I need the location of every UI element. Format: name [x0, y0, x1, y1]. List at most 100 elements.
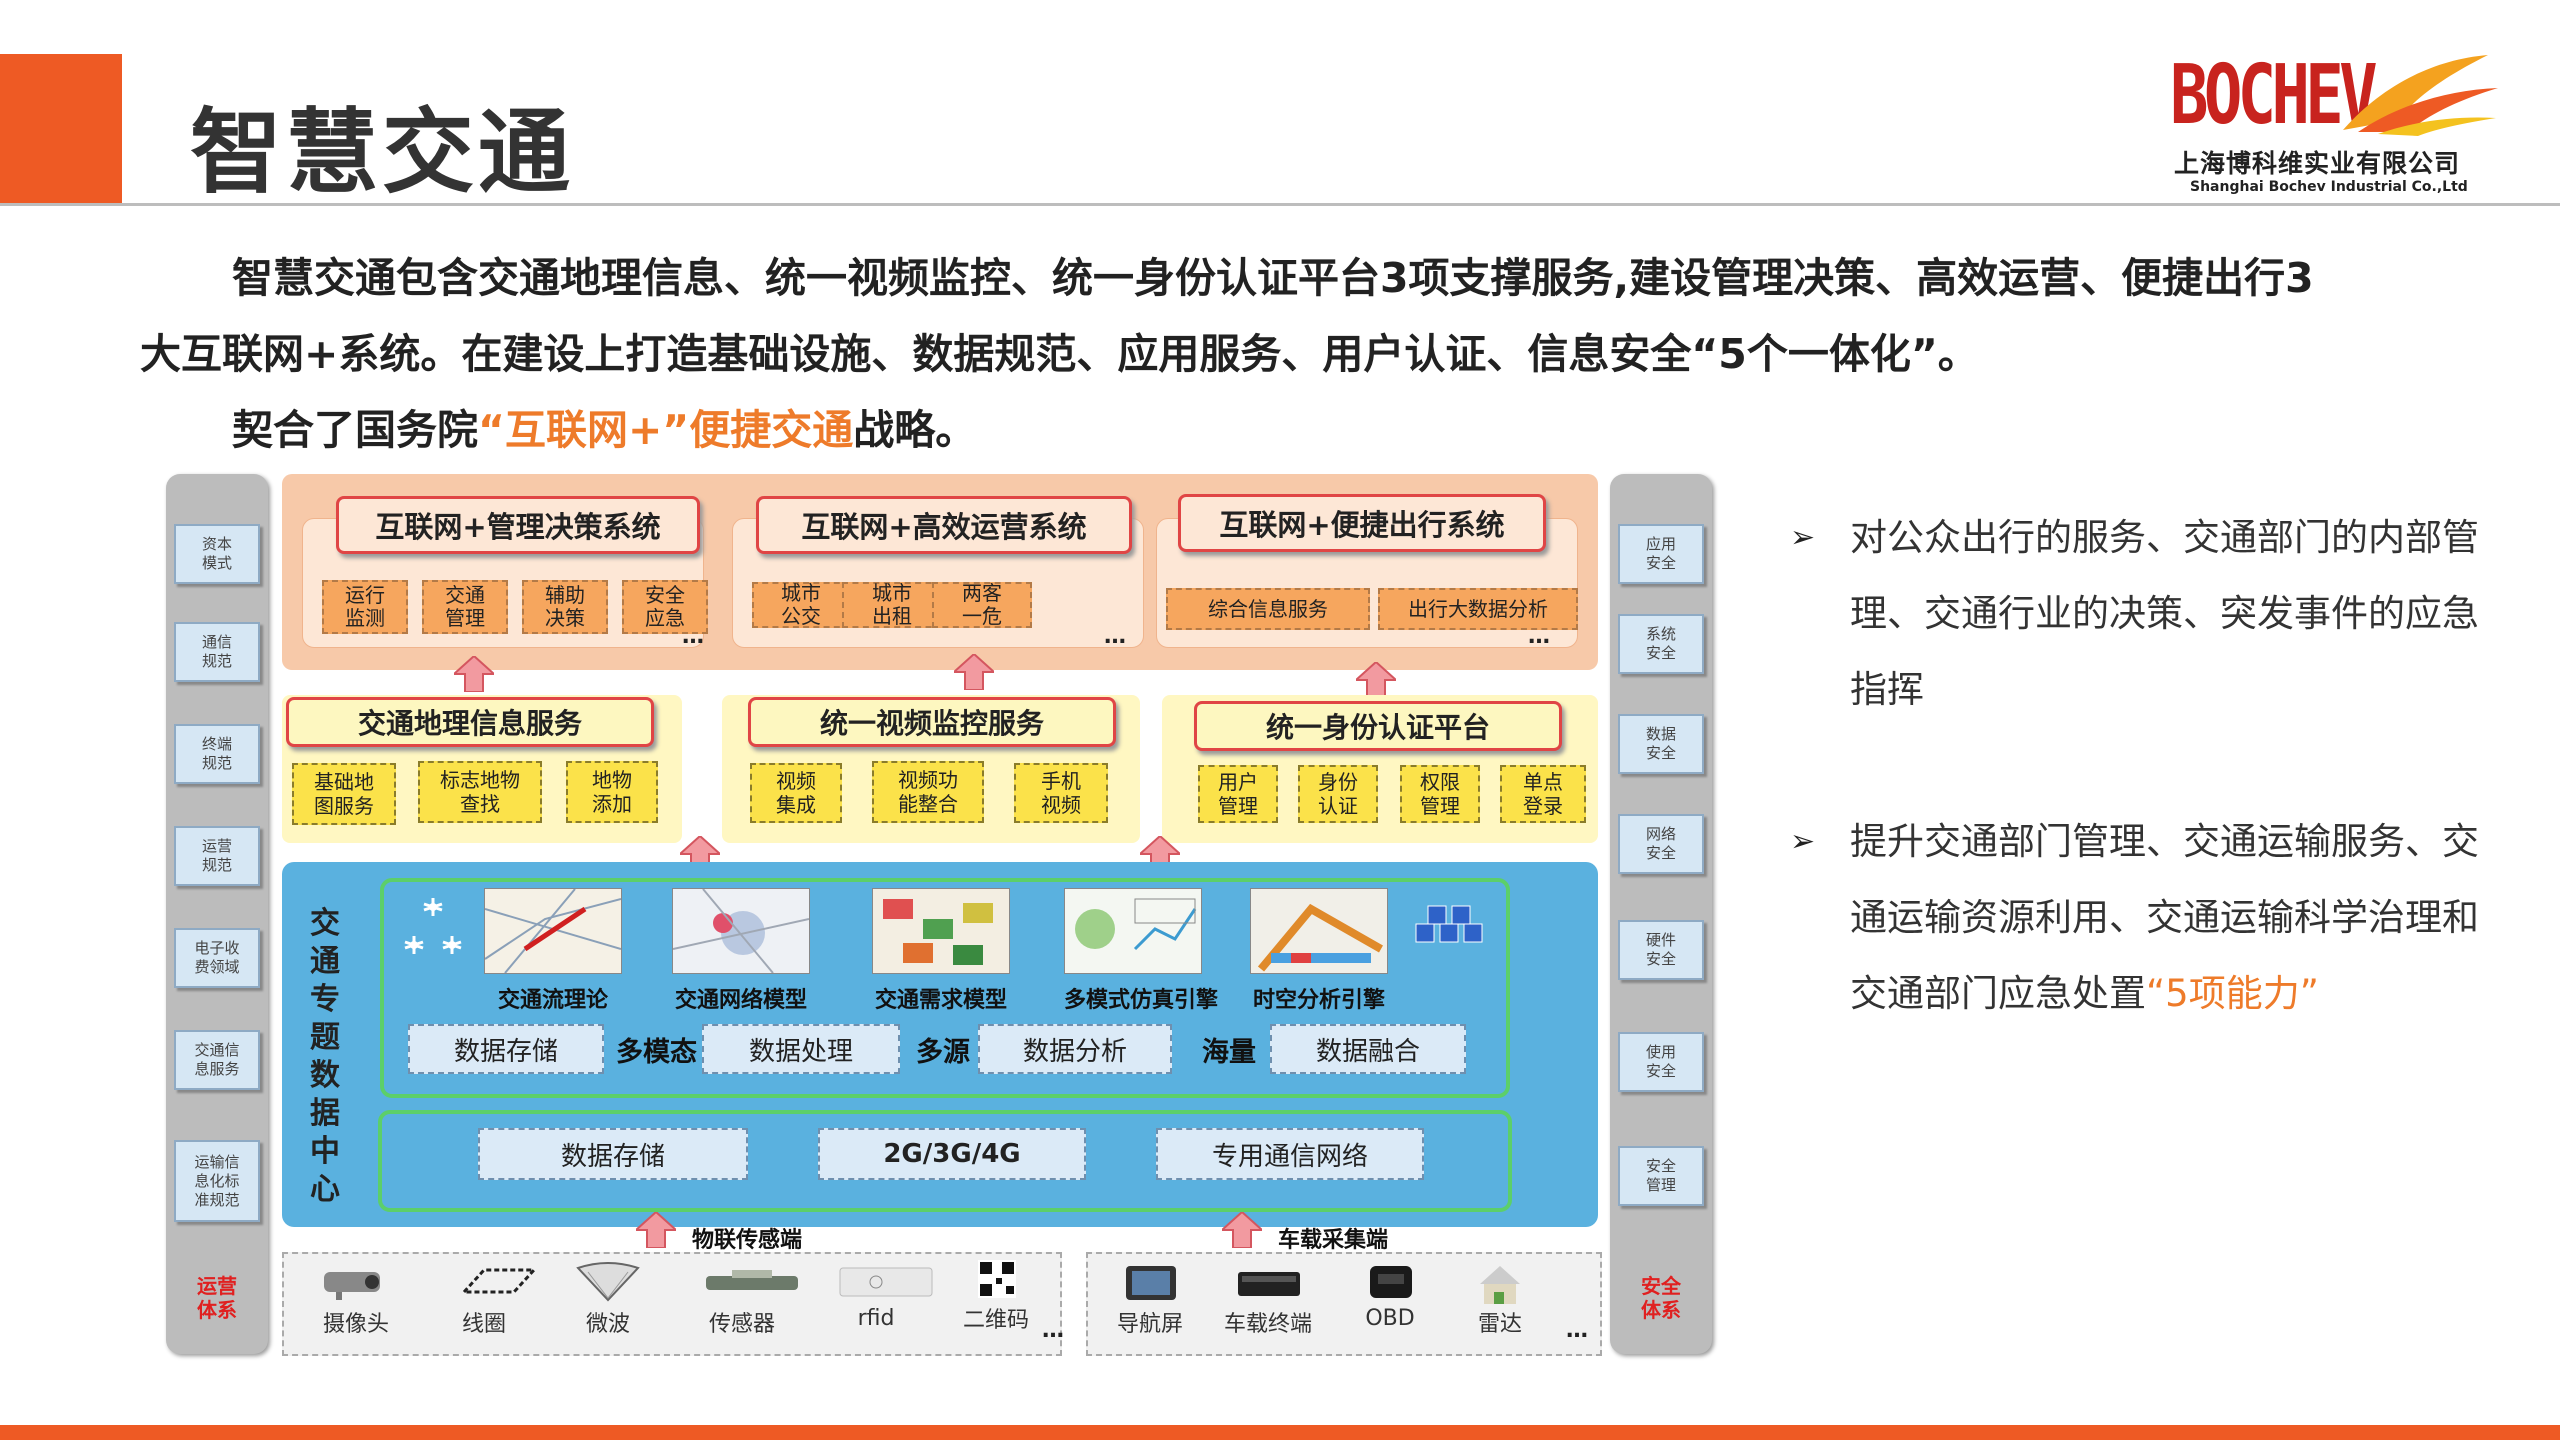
device: 线圈 — [434, 1262, 538, 1338]
device-label: 雷达 — [1477, 1312, 1522, 1337]
service-item: 基础地 图服务 — [292, 763, 396, 825]
header-divider — [0, 203, 2560, 206]
data-process-button: 数据分析 — [978, 1024, 1172, 1074]
intro-line-3: 契合了国务院“互联网+”便捷交通战略。 — [140, 392, 2440, 468]
system-item: 两客 一危 — [932, 582, 1032, 628]
ellipsis: … — [1528, 624, 1550, 649]
model-card: 交通需求模型 — [872, 888, 1010, 1014]
map-thumbnail-icon — [1250, 888, 1388, 974]
rail-item: 网络 安全 — [1618, 814, 1704, 874]
sensor-icon — [702, 1262, 798, 1302]
rail-item: 终端 规范 — [174, 724, 260, 784]
device: rfid — [826, 1262, 933, 1331]
rail-item: 应用 安全 — [1618, 524, 1704, 584]
ellipsis: … — [1104, 624, 1126, 649]
model-card: 多模式仿真引擎 — [1064, 888, 1218, 1014]
rail-item: 使用 安全 — [1618, 1032, 1704, 1092]
model-card: 时空分析引擎 — [1250, 888, 1388, 1014]
loop-coil-icon — [444, 1262, 538, 1302]
rail-item: 安全 管理 — [1618, 1146, 1704, 1206]
intro-line-3-suffix: 战略。 — [853, 406, 977, 454]
ellipsis: … — [1566, 1318, 1588, 1343]
intro-paragraph: 智慧交通包含交通地理信息、统一视频监控、统一身份认证平台3项支撑服务,建设管理决… — [140, 240, 2440, 468]
arrow-bullet-icon: ➢ — [1790, 824, 1816, 859]
device-label: 车载终端 — [1223, 1312, 1312, 1337]
bullet-text: 对公众出行的服务、交通部门的内部管理、交通行业的决策、突发事件的应急指挥 — [1850, 516, 2479, 711]
bullet-item: ➢ 提升交通部门管理、交通运输服务、交通运输资源利用、交通运输科学治理和交通部门… — [1790, 804, 2510, 1032]
model-label: 时空分析引擎 — [1252, 988, 1385, 1013]
system-item: 城市 出租 — [842, 582, 942, 628]
vehicle-terminal-icon — [1228, 1262, 1308, 1302]
data-feature-word: 海量 — [1202, 1037, 1256, 1068]
iot-devices-zone: 摄像头 线圈 微波 传感器 rfid 二维码 … — [282, 1252, 1064, 1356]
service-item: 标志地物 查找 — [418, 761, 542, 823]
service-panel: 统一身份认证平台 用户 管理 身份 认证 权限 管理 单点 登录 — [1162, 695, 1598, 843]
system-title: 互联网+管理决策系统 — [336, 496, 700, 554]
intro-line-1: 智慧交通包含交通地理信息、统一视频监控、统一身份认证平台3项支撑服务,建设管理决… — [232, 254, 2314, 302]
service-item: 身份 认证 — [1298, 765, 1378, 823]
device: 微波 — [558, 1262, 658, 1338]
service-title: 统一视频监控服务 — [748, 697, 1116, 747]
company-logo: BOCHEV 上海博科维实业有限公司 Shanghai Bochev Indus… — [2170, 48, 2500, 198]
vehicle-devices-zone: 导航屏 车载终端 OBD 雷达 … — [1086, 1252, 1602, 1356]
rail-item: 数据 安全 — [1618, 714, 1704, 774]
data-feature-word: 多源 — [916, 1037, 970, 1068]
service-item: 地物 添加 — [566, 761, 658, 823]
arrow-bullet-icon: ➢ — [1790, 520, 1816, 555]
logo-company-en: Shanghai Bochev Industrial Co.,Ltd — [2190, 179, 2468, 195]
up-arrow-icon — [636, 1212, 676, 1248]
service-item: 视频功 能整合 — [872, 761, 984, 823]
service-item: 单点 登录 — [1500, 765, 1586, 823]
service-item: 手机 视频 — [1014, 763, 1108, 823]
rfid-icon — [836, 1262, 933, 1302]
left-rail-operation-system: 资本 模式 通信 规范 终端 规范 运营 规范 电子收 费领域 交通信 息服务 … — [166, 474, 268, 1354]
model-label: 交通网络模型 — [674, 988, 807, 1013]
model-label: 交通需求模型 — [874, 988, 1007, 1013]
system-title: 互联网+高效运营系统 — [756, 496, 1132, 554]
navigation-screen-icon — [1110, 1262, 1190, 1302]
bullet-item: ➢ 对公众出行的服务、交通部门的内部管理、交通行业的决策、突发事件的应急指挥 — [1790, 500, 2510, 728]
page-title: 智慧交通 — [190, 99, 575, 206]
model-card: 交通网络模型 — [672, 888, 810, 1014]
device-label: 传感器 — [708, 1312, 775, 1337]
device-label: 摄像头 — [322, 1312, 389, 1337]
network-button: 专用通信网络 — [1156, 1128, 1424, 1180]
qr-code-icon — [956, 1258, 1036, 1298]
device: 雷达 — [1450, 1262, 1550, 1338]
obd-device-icon — [1350, 1262, 1430, 1302]
device: 二维码 — [946, 1258, 1046, 1334]
rail-item: 资本 模式 — [174, 524, 260, 584]
rail-item: 硬件 安全 — [1618, 920, 1704, 980]
rail-footer: 安全 体系 — [1641, 1274, 1681, 1322]
data-feature-word: 多模态 — [616, 1037, 697, 1068]
iot-terminal-label: 物联传感端 — [692, 1228, 803, 1253]
right-rail-security-system: 应用 安全 系统 安全 数据 安全 网络 安全 硬件 安全 使用 安全 安全 管… — [1610, 474, 1712, 1354]
system-item: 交通 管理 — [422, 580, 508, 634]
microwave-sensor-icon — [568, 1262, 648, 1302]
bullet-highlight: “5项能力” — [2146, 972, 2319, 1015]
service-item: 视频 集成 — [750, 763, 842, 823]
device: OBD — [1340, 1262, 1440, 1331]
rail-item: 交通信 息服务 — [174, 1030, 260, 1090]
camera-icon — [316, 1262, 396, 1302]
network-button: 数据存储 — [478, 1128, 748, 1180]
bullet-list: ➢ 对公众出行的服务、交通部门的内部管理、交通行业的决策、突发事件的应急指挥 ➢… — [1790, 500, 2510, 1036]
up-arrow-icon — [954, 654, 994, 690]
model-card: 交通流理论 — [484, 888, 622, 1014]
service-panel: 交通地理信息服务 基础地 图服务 标志地物 查找 地物 添加 — [282, 695, 682, 843]
service-item: 权限 管理 — [1400, 765, 1480, 823]
device: 摄像头 — [306, 1262, 406, 1338]
rail-item: 通信 规范 — [174, 622, 260, 682]
device-label: 导航屏 — [1116, 1312, 1183, 1337]
data-process-button: 数据融合 — [1270, 1024, 1466, 1074]
header-accent-block — [0, 54, 122, 204]
system-item: 辅助 决策 — [522, 580, 608, 634]
map-thumbnail-icon — [484, 888, 622, 974]
database-cubes-icon — [1415, 905, 1483, 943]
network-button: 2G/3G/4G — [818, 1128, 1086, 1180]
service-title: 统一身份认证平台 — [1194, 701, 1562, 751]
network-nodes-icon — [404, 898, 462, 954]
rail-item: 运输信 息化标 准规范 — [174, 1140, 260, 1222]
map-thumbnail-icon — [1064, 888, 1202, 974]
data-process-button: 数据存储 — [408, 1024, 604, 1074]
